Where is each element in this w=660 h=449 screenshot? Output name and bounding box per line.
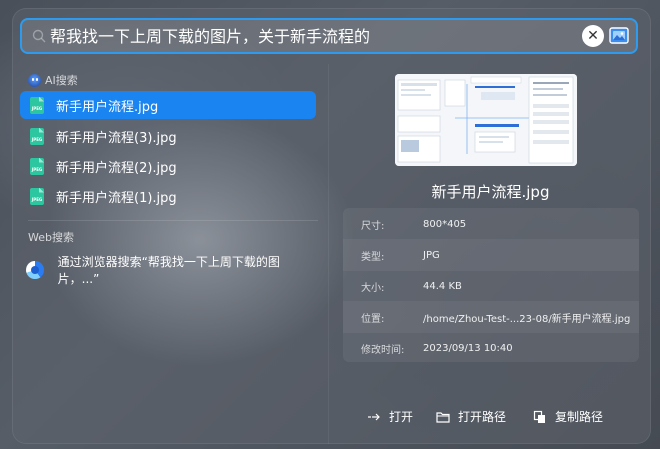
result-item-label: 新手用户流程(1).jpg [56,190,177,206]
search-bar[interactable]: ✕ [20,18,638,54]
detail-key: 位置: [361,313,385,325]
jpeg-file-icon: JPEG [30,96,44,114]
web-search-header: Web搜索 [28,229,74,245]
result-item[interactable]: JPEG 新手用户流程(1).jpg [20,182,316,210]
result-item[interactable]: JPEG 新手用户流程(2).jpg [20,152,316,180]
results-list-pane: AI搜索 JPEG 新手用户流程.jpg JPEG 新手用户流程(3).jpg … [12,64,328,444]
result-item-label: 新手用户流程(2).jpg [56,160,177,176]
flowchart-thumbnail-graphic [395,74,577,166]
web-search-label: Web搜索 [28,231,74,244]
result-item[interactable]: JPEG 新手用户流程(3).jpg [20,122,316,150]
detail-value: /home/Zhou-Test-...23-08/新手用户流程.jpg [423,313,631,325]
open-button[interactable]: 打开 [367,408,413,425]
detail-row-dimensions: 尺寸: 800*405 [361,208,641,240]
ai-search-label: AI搜索 [45,74,78,87]
browser-icon [26,261,44,279]
detail-value: 800*405 [423,218,467,230]
detail-key: 大小: [361,282,385,294]
preview-pane: 新手用户流程.jpg 尺寸: 800*405 类型: JPG 大小: 44.4 … [328,64,651,444]
copy-icon [533,410,545,423]
clear-search-button[interactable]: ✕ [582,25,604,47]
detail-row-size: 大小: 44.4 KB [361,270,641,302]
detail-value: 2023/09/13 10:40 [423,342,513,354]
detail-row-type: 类型: JPG [343,239,639,271]
result-item-selected[interactable]: JPEG 新手用户流程.jpg [20,91,316,119]
open-path-button[interactable]: 打开路径 [436,408,506,425]
jpeg-file-icon: JPEG [30,127,44,145]
detail-key: 修改时间: [361,344,405,356]
image-preview-thumbnail[interactable] [395,74,577,166]
web-search-item[interactable]: 通过浏览器搜索“帮我找一下上周下载的图片，...” [20,255,316,286]
ai-search-header: AI搜索 [28,72,78,88]
detail-value: JPG [423,249,440,261]
copy-path-button[interactable]: 复制路径 [533,408,603,425]
folder-icon [436,411,450,423]
image-search-icon[interactable] [608,24,632,48]
search-icon [32,29,46,43]
file-details-panel: 尺寸: 800*405 类型: JPG 大小: 44.4 KB 位置: /hom… [343,208,639,362]
open-arrow-icon [368,413,380,420]
detail-key: 尺寸: [361,220,385,232]
detail-key: 类型: [361,251,385,263]
detail-row-modified-time: 修改时间: 2023/09/13 10:40 [361,332,641,364]
section-divider [28,220,318,221]
preview-file-title: 新手用户流程.jpg [431,183,550,201]
web-search-item-label: 通过浏览器搜索“帮我找一下上周下载的图片，...” [57,255,280,286]
result-item-label: 新手用户流程(3).jpg [56,130,177,146]
open-button-label: 打开 [389,410,414,424]
search-input[interactable] [48,20,582,54]
jpeg-file-icon: JPEG [30,187,44,205]
detail-row-location: 位置: /home/Zhou-Test-...23-08/新手用户流程.jpg [343,301,639,333]
jpeg-file-icon: JPEG [30,157,44,175]
copy-path-label: 复制路径 [555,410,604,424]
ai-assistant-icon [28,73,41,87]
open-path-label: 打开路径 [458,410,507,424]
result-item-label: 新手用户流程.jpg [56,99,159,115]
global-search-window: ✕ AI搜索 JPEG 新手用户流程.jpg JPEG 新手用户流程(3).jp… [12,8,651,444]
preview-actions: 打开 打开路径 复制路径 [329,404,651,434]
detail-value: 44.4 KB [423,280,462,292]
